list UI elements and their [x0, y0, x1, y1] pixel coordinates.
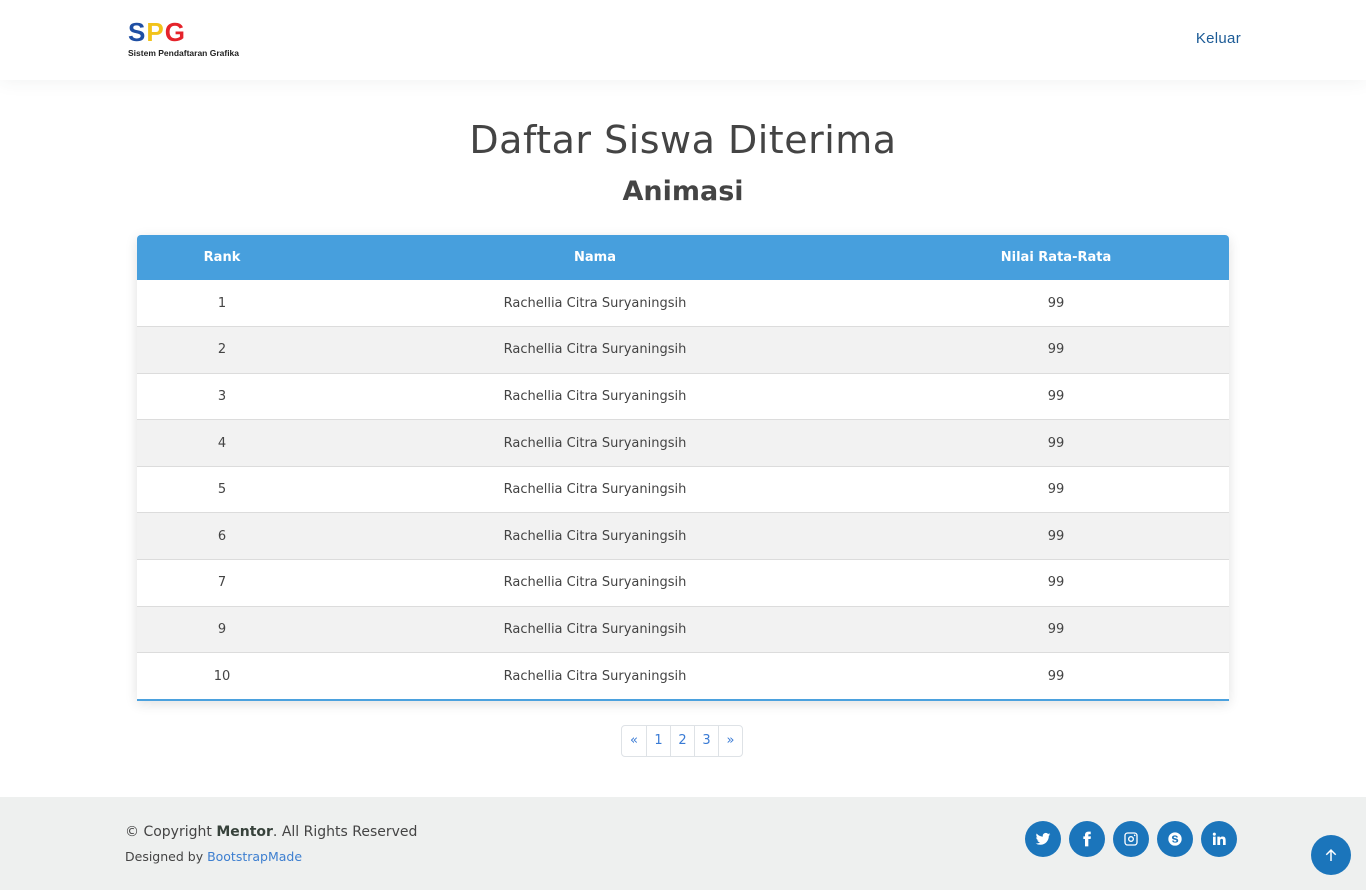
skype-icon[interactable]	[1157, 821, 1193, 857]
cell-rank: 2	[137, 326, 307, 374]
table-row: 9 Rachellia Citra Suryaningsih 99	[137, 605, 1229, 653]
table-row: 5 Rachellia Citra Suryaningsih 99	[137, 465, 1229, 513]
pagination-next[interactable]: »	[718, 726, 742, 756]
arrow-up-icon	[1325, 849, 1337, 861]
cell-rank: 1	[217, 295, 227, 311]
cell-rank: 9	[137, 605, 307, 653]
cell-nilai: 99	[883, 465, 1229, 513]
header-rank: Rank	[137, 235, 307, 280]
cell-nilai: 99	[883, 372, 1229, 420]
header-nilai: Nilai Rata-Rata	[883, 235, 1229, 280]
cell-nama: Rachellia Citra Suryaningsih	[307, 559, 883, 607]
table-row: 10 Rachellia Citra Suryaningsih 99	[137, 652, 1229, 700]
cell-nama: Rachellia Citra Suryaningsih	[307, 652, 883, 700]
cell-nama: Rachellia Citra Suryaningsih	[307, 512, 883, 560]
cell-nilai: 99	[883, 605, 1229, 653]
cell-rank: 7	[137, 559, 307, 607]
cell-nilai: 99	[883, 512, 1229, 560]
table-row: 2 Rachellia Citra Suryaningsih 99	[137, 326, 1229, 374]
designer-link[interactable]: BootstrapMade	[207, 849, 302, 864]
table-header-row: Rank Nama Nilai Rata-Rata	[137, 235, 1229, 280]
table-row: 3 Rachellia Citra Suryaningsih 99	[137, 372, 1229, 420]
cell-rank: 4	[137, 419, 307, 467]
pagination-page-1[interactable]: 1	[646, 726, 670, 756]
copyright-text: © Copyright Mentor. All Rights Reserved	[125, 824, 418, 840]
table-row: 1 Rachellia Citra Suryaningsih 99	[137, 280, 1229, 327]
table-row: 7 Rachellia Citra Suryaningsih 99	[137, 559, 1229, 607]
cell-rank: 6	[137, 512, 307, 560]
site-header: SPG Sistem Pendaftaran Grafika Keluar	[0, 0, 1366, 80]
page-subtitle: Animasi	[622, 176, 744, 207]
header-nama: Nama	[307, 235, 883, 280]
cell-nama: Rachellia Citra Suryaningsih	[307, 372, 883, 420]
logo-subtitle: Sistem Pendaftaran Grafika	[128, 48, 240, 58]
cell-rank: 5	[137, 465, 307, 513]
cell-nama: Rachellia Citra Suryaningsih	[503, 295, 687, 311]
cell-nilai: 99	[883, 326, 1229, 374]
pagination-page-2[interactable]: 2	[670, 726, 694, 756]
page-title: Daftar Siswa Diterima	[469, 118, 897, 162]
cell-nilai: 99	[883, 419, 1229, 467]
logo-mark: SPG	[128, 17, 186, 47]
pagination-prev[interactable]: «	[622, 726, 646, 756]
instagram-icon[interactable]	[1113, 821, 1149, 857]
table-row: 4 Rachellia Citra Suryaningsih 99	[137, 419, 1229, 467]
social-links	[1025, 821, 1237, 857]
logo[interactable]: SPG Sistem Pendaftaran Grafika	[128, 18, 239, 58]
back-to-top-button[interactable]	[1311, 835, 1351, 875]
cell-nama: Rachellia Citra Suryaningsih	[307, 605, 883, 653]
logout-link[interactable]: Keluar	[1196, 30, 1241, 47]
pagination-page-3[interactable]: 3	[694, 726, 718, 756]
facebook-icon[interactable]	[1069, 821, 1105, 857]
cell-nilai: 99	[1047, 295, 1065, 311]
pagination: « 1 2 3 »	[621, 725, 743, 757]
table-row: 6 Rachellia Citra Suryaningsih 99	[137, 512, 1229, 560]
site-footer: © Copyright Mentor. All Rights Reserved …	[0, 797, 1366, 890]
cell-nilai: 99	[883, 652, 1229, 700]
cell-nama: Rachellia Citra Suryaningsih	[307, 465, 883, 513]
copyright-brand: Mentor	[216, 824, 273, 840]
linkedin-icon[interactable]	[1201, 821, 1237, 857]
cell-nama: Rachellia Citra Suryaningsih	[307, 419, 883, 467]
cell-rank: 3	[137, 372, 307, 420]
credits-text: Designed by BootstrapMade	[125, 849, 303, 864]
ranking-table: Rank Nama Nilai Rata-Rata 1 Rachellia Ci…	[137, 235, 1229, 702]
cell-nilai: 99	[883, 559, 1229, 607]
twitter-icon[interactable]	[1025, 821, 1061, 857]
cell-rank: 10	[137, 652, 307, 700]
cell-nama: Rachellia Citra Suryaningsih	[307, 326, 883, 374]
